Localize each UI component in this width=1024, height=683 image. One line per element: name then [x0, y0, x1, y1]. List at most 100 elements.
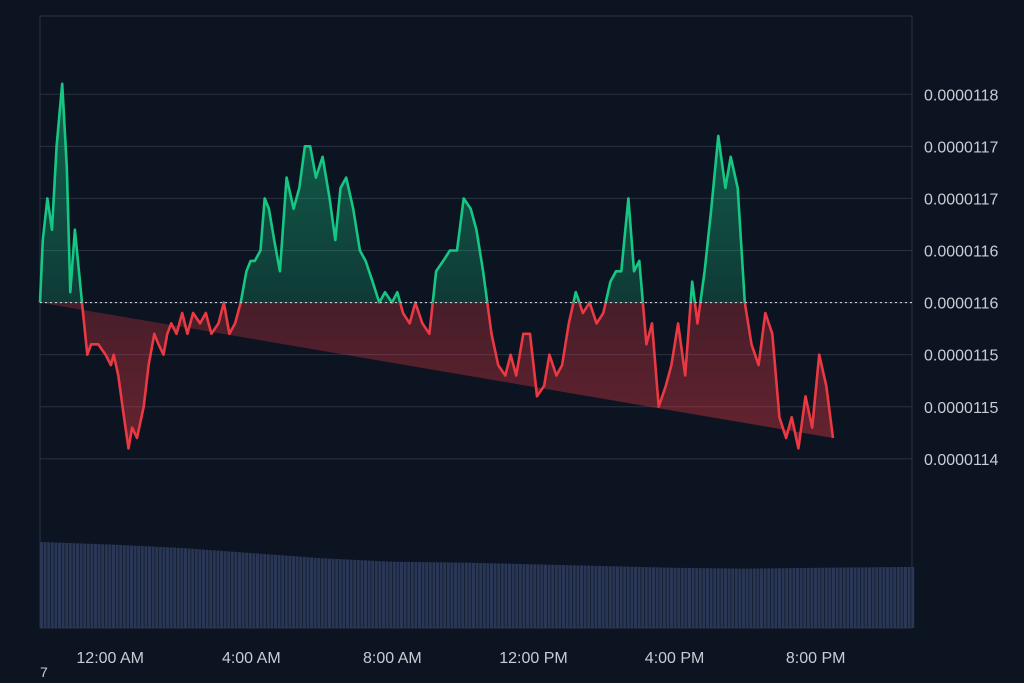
x-tick-label: 8:00 PM: [786, 650, 846, 667]
volume-bar: [634, 566, 637, 628]
volume-bar: [360, 560, 364, 628]
volume-bar: [140, 546, 144, 628]
volume-bar: [324, 558, 328, 628]
volume-bar: [166, 547, 169, 628]
volume-bar: [493, 563, 497, 628]
volume-bar: [335, 558, 339, 628]
volume-bar: [619, 566, 623, 628]
volume-bar: [263, 554, 267, 628]
volume-bar: [868, 567, 871, 628]
volume-bar: [626, 566, 630, 628]
volume-bar: [497, 563, 501, 628]
volume-bar: [742, 568, 745, 628]
volume-bar: [904, 566, 907, 628]
volume-bar: [713, 568, 717, 628]
volume-bar: [558, 564, 562, 628]
volume-bar: [158, 546, 162, 628]
volume-bar: [306, 557, 310, 628]
volume-bar: [500, 563, 504, 628]
volume-bar: [443, 562, 447, 628]
volume-bar: [871, 567, 875, 628]
y-tick-label: 0.0000116: [924, 296, 999, 313]
x-tick-label: 12:00 PM: [499, 650, 567, 667]
volume-bar: [598, 565, 601, 628]
volume-bar: [259, 553, 263, 628]
volume-bar: [371, 560, 375, 628]
volume-bar: [288, 555, 292, 628]
volume-bar: [670, 567, 673, 628]
volume-bar: [580, 565, 583, 628]
volume-bar: [587, 565, 591, 628]
volume-bar: [846, 567, 850, 628]
volume-bar: [652, 567, 655, 628]
volume-bar: [115, 544, 119, 628]
volume-bar: [187, 548, 191, 628]
volume-bar: [738, 568, 742, 628]
volume-bar: [752, 568, 756, 628]
volume-bar: [227, 551, 231, 628]
volume-bar: [709, 568, 713, 628]
volume-bar: [853, 567, 857, 628]
volume-bar: [266, 554, 270, 628]
volume-bar: [875, 567, 879, 628]
y-tick-label: 0.0000117: [924, 139, 999, 156]
volume-bar: [835, 567, 839, 628]
volume-bar: [277, 555, 281, 628]
volume-bar: [205, 549, 209, 628]
volume-bar: [673, 567, 677, 628]
volume-bar: [896, 567, 900, 628]
volume-bar: [911, 566, 915, 628]
volume-bar: [677, 567, 681, 628]
volume-bar: [212, 550, 216, 628]
volume-bar: [655, 567, 659, 628]
volume-bar: [238, 552, 241, 628]
volume-bar: [58, 542, 61, 628]
volume-bar: [209, 550, 213, 628]
volume-bar: [806, 567, 810, 628]
volume-bar: [108, 544, 112, 628]
volume-bar: [414, 562, 418, 628]
y-tick-label: 0.0000115: [924, 400, 999, 417]
volume-bar: [763, 568, 767, 628]
volume-bar: [551, 564, 555, 628]
volume-bar: [803, 567, 807, 628]
y-tick-label: 0.0000114: [924, 452, 999, 469]
volume-bar: [878, 567, 882, 628]
volume-bar: [706, 568, 709, 628]
volume-bar: [328, 558, 331, 628]
volume-bar: [839, 567, 843, 628]
volume-bar: [331, 558, 335, 628]
volume-bar: [76, 543, 79, 628]
volume-bar: [112, 544, 115, 628]
volume-bar: [540, 564, 544, 628]
volume-bar: [796, 568, 799, 628]
volume-bar: [533, 564, 537, 628]
volume-bar: [313, 557, 317, 628]
volume-bar: [310, 557, 313, 628]
volume-bar: [482, 563, 486, 628]
volume-bar: [54, 542, 58, 628]
volume-bar: [666, 567, 670, 628]
volume-bar: [734, 568, 738, 628]
volume-bar: [569, 565, 573, 628]
volume-bar: [43, 542, 47, 628]
volume-bar: [698, 568, 702, 628]
volume-bar: [421, 562, 425, 628]
volume-bar: [432, 562, 436, 628]
volume-bar: [90, 543, 94, 628]
volume-bar: [216, 550, 220, 628]
volume-bar: [274, 554, 277, 628]
volume-bar: [601, 566, 605, 628]
volume-bar: [860, 567, 864, 628]
volume-bar: [760, 568, 763, 628]
volume-bar: [720, 568, 724, 628]
volume-bar: [479, 563, 483, 628]
volume-bar: [756, 568, 760, 628]
volume-bar: [778, 568, 781, 628]
volume-bar: [130, 545, 133, 628]
volume-bar: [612, 566, 616, 628]
volume-bar: [886, 567, 889, 628]
volume-bar: [346, 559, 349, 628]
volume-bar: [702, 568, 706, 628]
volume-bar: [490, 563, 493, 628]
